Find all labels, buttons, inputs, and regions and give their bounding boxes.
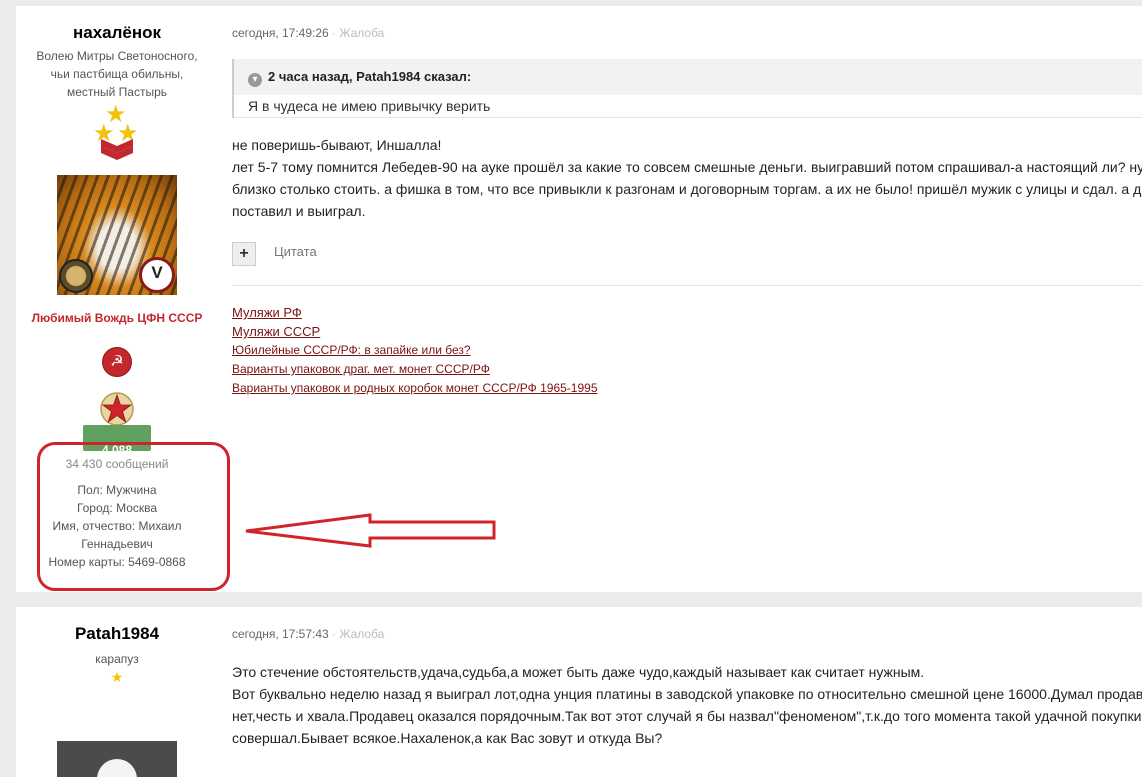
multiquote-button[interactable]: +: [232, 242, 256, 266]
field-label: Город:: [76, 501, 113, 515]
quote-block: ▾ 2 часа назад, Patah1984 сказал: Я в чуд…: [232, 59, 1142, 118]
quote-header-text: 2 часа назад, Patah1984 сказал:: [268, 69, 472, 84]
author-panel: Patah1984 карапуз ★: [16, 607, 218, 777]
reputation-value: 4 088: [101, 443, 133, 451]
post-date[interactable]: сегодня, 17:49:26: [232, 26, 329, 40]
content-line: поставил и выиграл.: [232, 203, 366, 219]
signature-link[interactable]: Муляжи СССР: [232, 322, 598, 341]
author-title-line: Волею Митры Светоносного,: [36, 49, 198, 63]
post-1: нахалёнок Волею Митры Светоносного, чьи …: [16, 6, 1142, 592]
post-meta: сегодня, 17:49:26 · Жалоба: [232, 26, 384, 40]
v-badge-icon: [139, 257, 175, 293]
content-line: нет,честь и хвала.Продавец оказался поря…: [232, 708, 1142, 724]
rank-stars-icon: ★ ★ ★: [87, 103, 147, 161]
author-name[interactable]: Patah1984: [16, 624, 218, 644]
author-title: Волею Митры Светоносного, чьи пастбища о…: [16, 47, 218, 101]
post-content: Это стечение обстоятельств,удача,судьба,…: [232, 661, 1142, 749]
content-line: Это стечение обстоятельств,удача,судьба,…: [232, 664, 925, 680]
author-title-line: местный Пастырь: [66, 85, 168, 99]
posts-count: 34 430 сообщений: [65, 457, 169, 471]
profile-fields: Пол: Мужчина Город: Москва Имя, отчество…: [16, 481, 218, 571]
star-emblem-icon: [99, 391, 135, 427]
content-line: совершал.Бывает всякое.Нахаленок,а как В…: [232, 730, 663, 746]
author-panel: нахалёнок Волею Митры Светоносного, чьи …: [16, 6, 218, 571]
author-name[interactable]: нахалёнок: [16, 23, 218, 43]
field-gender: Пол: Мужчина: [26, 481, 208, 499]
signature-links: Муляжи РФ Муляжи СССР Юбилейные СССР/РФ:…: [232, 303, 598, 398]
author-title-line: чьи пастбища обильны,: [50, 67, 184, 81]
signature-link[interactable]: Юбилейные СССР/РФ: в запайке или без?: [232, 341, 598, 360]
reputation-badge[interactable]: 4 088: [83, 425, 151, 451]
field-card-number: Номер карты: 5469-0868: [26, 553, 208, 571]
author-avatar[interactable]: [57, 175, 177, 295]
quote-button[interactable]: Цитата: [274, 244, 317, 259]
signature-divider: [232, 285, 1142, 286]
content-line: близко столько стоить. а фишка в том, чт…: [232, 181, 1142, 197]
quote-body: Я в чудеса не имею привычку верить: [234, 95, 1142, 118]
medal-icon: [59, 259, 93, 293]
report-link[interactable]: · Жалоба: [332, 627, 384, 641]
signature-link[interactable]: Варианты упаковок и родных коробок монет…: [232, 379, 598, 398]
post-2: Patah1984 карапуз ★ сегодня, 17:57:43 · …: [16, 607, 1142, 777]
post-meta: сегодня, 17:57:43 · Жалоба: [232, 627, 384, 641]
post-date[interactable]: сегодня, 17:57:43: [232, 627, 329, 641]
author-group: Любимый Вождь ЦФН СССР: [31, 311, 203, 325]
field-value: 5469-0868: [128, 555, 186, 569]
signature-link[interactable]: Муляжи РФ: [232, 303, 598, 322]
arrow-annotation-icon: [245, 513, 496, 548]
hammer-sickle-icon: ☭: [102, 347, 132, 377]
content-line: лет 5-7 тому помнится Лебедев-90 на ауке…: [232, 159, 1142, 175]
content-line: Вот буквально неделю назад я выиграл лот…: [232, 686, 1142, 702]
report-link[interactable]: · Жалоба: [332, 26, 384, 40]
rank-star-icon: ★: [110, 669, 124, 685]
post-content: не поверишь-бывают, Иншалла! лет 5-7 том…: [232, 134, 1142, 222]
field-value: Мужчина: [106, 483, 157, 497]
author-avatar[interactable]: [57, 741, 177, 777]
signature-link[interactable]: Варианты упаковок драг. мет. монет СССР/…: [232, 360, 598, 379]
field-name: Имя, отчество: Михаил Геннадьевич: [26, 517, 208, 553]
quote-header[interactable]: ▾ 2 часа назад, Patah1984 сказал:: [234, 59, 1142, 95]
field-value: Москва: [116, 501, 158, 515]
author-title: карапуз: [95, 652, 139, 666]
field-city: Город: Москва: [26, 499, 208, 517]
field-label: Имя, отчество:: [52, 519, 136, 533]
content-line: не поверишь-бывают, Иншалла!: [232, 137, 442, 153]
chevron-down-icon[interactable]: ▾: [248, 73, 262, 87]
field-label: Номер карты:: [48, 555, 125, 569]
field-label: Пол:: [77, 483, 103, 497]
